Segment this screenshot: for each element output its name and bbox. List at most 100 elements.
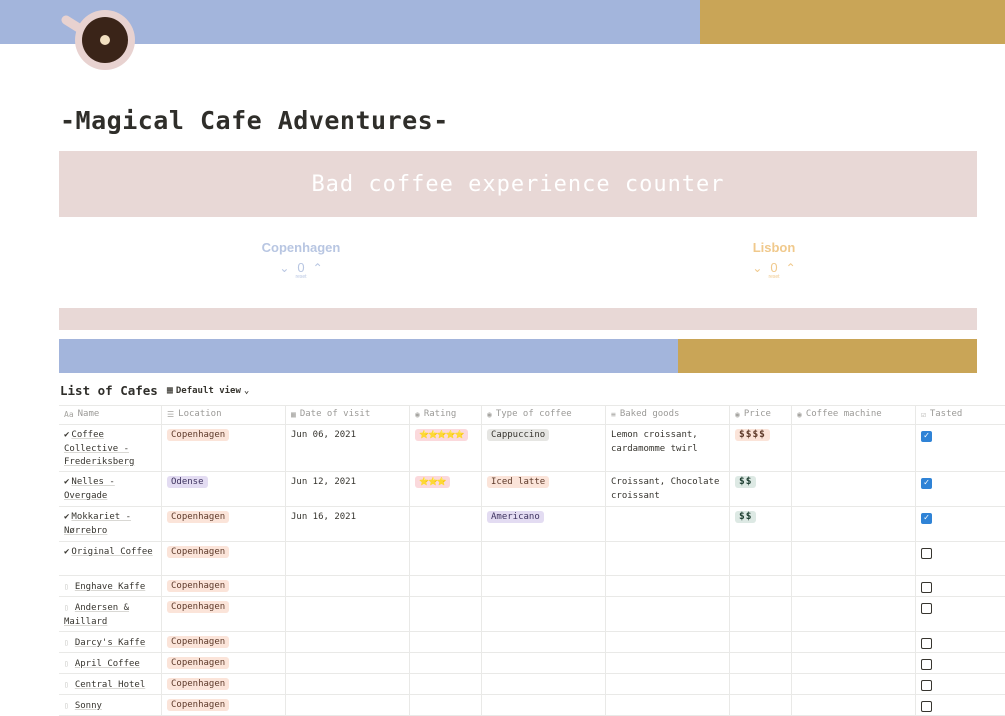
table-row[interactable]: ▯ Andersen & Maillard Copenhagen [59, 597, 1005, 632]
cell-rating[interactable] [410, 674, 482, 694]
cell-date[interactable] [286, 542, 410, 575]
view-selector[interactable]: ▦ Default view ⌄ [167, 385, 249, 396]
column-header-baked[interactable]: ≡ Baked goods [606, 406, 730, 424]
cell-location[interactable]: Copenhagen [162, 576, 286, 596]
cell-name[interactable]: ▯ Central Hotel [59, 674, 162, 694]
cell-name[interactable]: ▯ April Coffee [59, 653, 162, 673]
cell-location[interactable]: Copenhagen [162, 674, 286, 694]
cafe-name[interactable]: Darcy's Kaffe [75, 638, 145, 648]
cell-tasted[interactable] [916, 653, 1005, 673]
cell-date[interactable] [286, 632, 410, 652]
cell-date[interactable]: Jun 12, 2021 [286, 472, 410, 506]
column-header-price[interactable]: ◉ Price [730, 406, 792, 424]
cell-rating[interactable]: ⭐⭐⭐ [410, 472, 482, 506]
cell-baked-goods[interactable] [606, 576, 730, 596]
cell-price[interactable] [730, 576, 792, 596]
cafe-name[interactable]: April Coffee [75, 659, 140, 669]
increment-chevron-up-icon[interactable]: ⌃ [313, 261, 323, 275]
cell-coffee-type[interactable] [482, 597, 606, 631]
checkbox-unchecked[interactable] [921, 701, 932, 712]
cell-price[interactable] [730, 674, 792, 694]
cell-price[interactable] [730, 632, 792, 652]
checkbox-unchecked[interactable] [921, 659, 932, 670]
coffee-cup-icon[interactable] [60, 8, 138, 74]
cell-location[interactable]: Copenhagen [162, 597, 286, 631]
cell-baked-goods[interactable] [606, 597, 730, 631]
cell-price[interactable] [730, 542, 792, 575]
cell-location[interactable]: Copenhagen [162, 425, 286, 471]
decrement-chevron-down-icon[interactable]: ⌄ [752, 261, 762, 275]
increment-chevron-up-icon[interactable]: ⌃ [786, 261, 796, 275]
cell-tasted[interactable] [916, 632, 1005, 652]
cell-location[interactable]: Copenhagen [162, 653, 286, 673]
cell-tasted[interactable] [916, 576, 1005, 596]
cafe-name[interactable]: Sonny [75, 701, 102, 711]
cell-coffee-machine[interactable] [792, 674, 916, 694]
cell-tasted[interactable] [916, 695, 1005, 715]
checkbox-unchecked[interactable] [921, 638, 932, 649]
cell-coffee-machine[interactable] [792, 425, 916, 471]
cell-name[interactable]: ✔ Nelles - Overgade [59, 472, 162, 506]
checkbox-checked[interactable]: ✓ [921, 478, 932, 489]
cell-location[interactable]: Odense [162, 472, 286, 506]
checkbox-unchecked[interactable] [921, 680, 932, 691]
cell-coffee-machine[interactable] [792, 597, 916, 631]
cell-price[interactable]: $$ [730, 472, 792, 506]
decrement-chevron-down-icon[interactable]: ⌄ [279, 261, 289, 275]
cell-baked-goods[interactable] [606, 507, 730, 541]
cell-name[interactable]: ▯ Sonny [59, 695, 162, 715]
cell-date[interactable] [286, 597, 410, 631]
cell-location[interactable]: Copenhagen [162, 542, 286, 575]
checkbox-checked[interactable]: ✓ [921, 431, 932, 442]
table-row[interactable]: ▯ Sonny Copenhagen [59, 695, 1005, 716]
cell-coffee-type[interactable]: Cappuccino [482, 425, 606, 471]
cell-name[interactable]: ▯ Darcy's Kaffe [59, 632, 162, 652]
cell-coffee-type[interactable] [482, 674, 606, 694]
cell-coffee-machine[interactable] [792, 542, 916, 575]
cell-rating[interactable] [410, 597, 482, 631]
cell-coffee-type[interactable] [482, 653, 606, 673]
cell-baked-goods[interactable]: Croissant, Chocolate croissant [606, 472, 730, 506]
cell-location[interactable]: Copenhagen [162, 695, 286, 715]
cell-coffee-type[interactable] [482, 576, 606, 596]
cell-tasted[interactable] [916, 674, 1005, 694]
cafe-name[interactable]: Original Coffee [71, 547, 152, 557]
cell-coffee-machine[interactable] [792, 632, 916, 652]
checkbox-unchecked[interactable] [921, 548, 932, 559]
cafe-name[interactable]: Mokkariet - Nørrebro [64, 512, 131, 536]
cell-tasted[interactable] [916, 542, 1005, 575]
table-row[interactable]: ✔ Nelles - Overgade Odense Jun 12, 2021 ⭐⭐⭐ I… [59, 472, 1005, 507]
column-header-name[interactable]: Aa Name [59, 406, 162, 424]
cafe-name[interactable]: Coffee Collective - Frederiksberg [64, 430, 134, 467]
cell-tasted[interactable]: ✓ [916, 507, 1005, 541]
column-header-type[interactable]: ◉ Type of coffee [482, 406, 606, 424]
cell-rating[interactable] [410, 632, 482, 652]
cell-price[interactable] [730, 597, 792, 631]
cell-tasted[interactable]: ✓ [916, 472, 1005, 506]
cell-name[interactable]: ✔ Coffee Collective - Frederiksberg [59, 425, 162, 471]
cell-date[interactable]: Jun 06, 2021 [286, 425, 410, 471]
cell-baked-goods[interactable] [606, 542, 730, 575]
cell-coffee-machine[interactable] [792, 576, 916, 596]
cell-baked-goods[interactable] [606, 632, 730, 652]
cell-rating[interactable] [410, 542, 482, 575]
cell-price[interactable]: $$$$ [730, 425, 792, 471]
table-row[interactable]: ✔ Original Coffee Copenhagen [59, 542, 1005, 576]
cafe-name[interactable]: Central Hotel [75, 680, 145, 690]
cell-date[interactable] [286, 653, 410, 673]
checkbox-unchecked[interactable] [921, 582, 932, 593]
cell-rating[interactable] [410, 695, 482, 715]
table-row[interactable]: ✔ Coffee Collective - Frederiksberg Copenh… [59, 425, 1005, 472]
table-row[interactable]: ✔ Mokkariet - Nørrebro Copenhagen Jun 16, 2… [59, 507, 1005, 542]
cell-coffee-machine[interactable] [792, 507, 916, 541]
cell-rating[interactable]: ⭐⭐⭐⭐⭐ [410, 425, 482, 471]
checkbox-unchecked[interactable] [921, 603, 932, 614]
cell-coffee-machine[interactable] [792, 472, 916, 506]
cell-name[interactable]: ✔ Mokkariet - Nørrebro [59, 507, 162, 541]
cell-location[interactable]: Copenhagen [162, 632, 286, 652]
reset-button[interactable]: reset [241, 274, 361, 280]
database-title[interactable]: List of Cafes [60, 383, 158, 398]
cell-coffee-type[interactable]: Americano [482, 507, 606, 541]
cell-name[interactable]: ▯ Enghave Kaffe [59, 576, 162, 596]
cell-price[interactable]: $$ [730, 507, 792, 541]
